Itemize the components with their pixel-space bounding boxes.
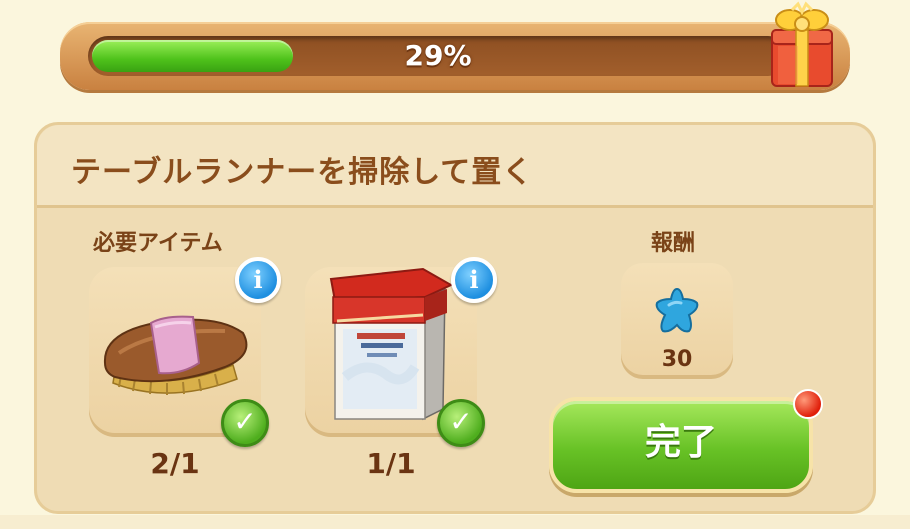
gift-box-icon[interactable] bbox=[762, 0, 842, 90]
progress-track: 29% bbox=[88, 36, 788, 76]
quest-title: テーブルランナーを掃除して置く bbox=[71, 155, 534, 190]
required-item-slot-cleaner[interactable]: i ✓ bbox=[305, 257, 497, 447]
item-complete-check-icon: ✓ bbox=[221, 399, 269, 447]
quest-progress-bar: 29% bbox=[60, 22, 850, 90]
required-item-slot-brush[interactable]: i ✓ bbox=[89, 257, 281, 447]
quest-panel: テーブルランナーを掃除して置く 必要アイテム 報酬 i ✓ 2/1 i ✓ 1/… bbox=[34, 122, 876, 514]
item-info-icon[interactable]: i bbox=[235, 257, 281, 303]
bottom-strip bbox=[0, 515, 910, 529]
reward-amount: 30 bbox=[661, 347, 693, 372]
complete-button[interactable]: 完了 bbox=[549, 397, 813, 493]
item-count-cleaner: 1/1 bbox=[366, 447, 416, 480]
item-info-icon[interactable]: i bbox=[451, 257, 497, 303]
quest-header: テーブルランナーを掃除して置く bbox=[37, 125, 873, 208]
progress-percent: 29% bbox=[404, 39, 472, 72]
required-items-label: 必要アイテム bbox=[93, 231, 223, 256]
reward-label: 報酬 bbox=[651, 231, 696, 256]
item-complete-check-icon: ✓ bbox=[437, 399, 485, 447]
reward-slot: 30 bbox=[621, 263, 733, 379]
notification-dot bbox=[793, 389, 823, 419]
cleaner-box-icon bbox=[329, 267, 454, 421]
brush-icon bbox=[103, 315, 248, 395]
item-count-brush: 2/1 bbox=[150, 447, 200, 480]
blue-star-icon bbox=[655, 287, 699, 333]
